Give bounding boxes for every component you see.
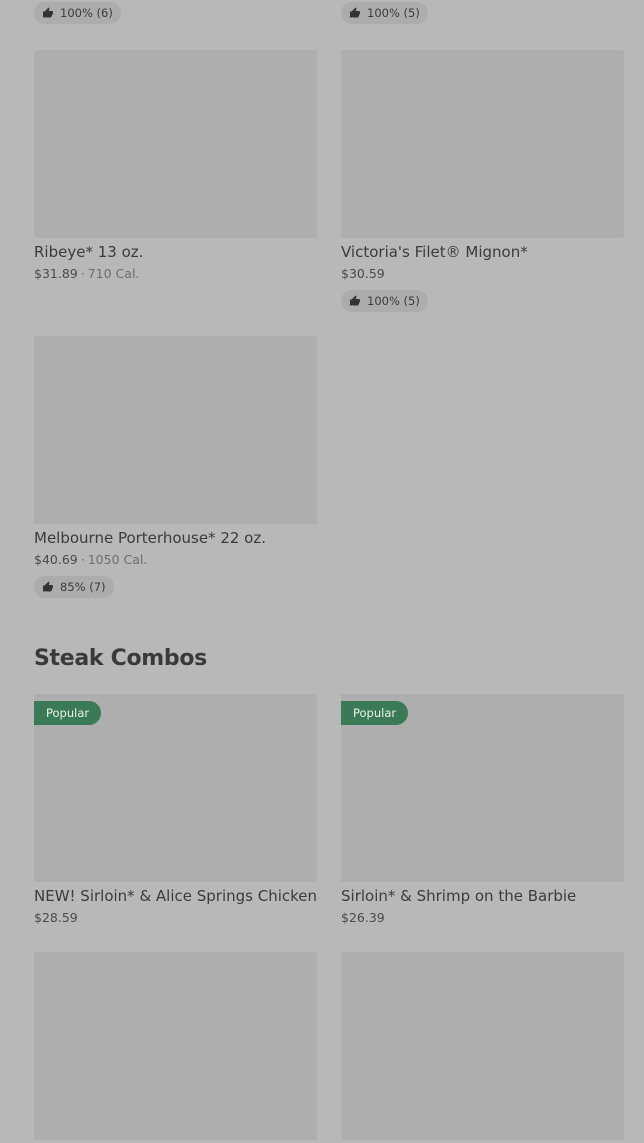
menu-item-image[interactable] xyxy=(34,336,317,524)
menu-item-calories: 710 Cal. xyxy=(87,266,140,281)
thumbs-up-icon xyxy=(350,7,360,18)
menu-item-image[interactable]: Popular xyxy=(341,694,624,882)
rating-row-prev-right: 100% (5) xyxy=(341,2,624,24)
menu-item-image[interactable]: Popular xyxy=(34,694,317,882)
menu-item-image[interactable] xyxy=(341,952,624,1140)
menu-item-title: NEW! Sirloin* & Alice Springs Chicken xyxy=(34,887,318,905)
rating-badge: 100% (6) xyxy=(34,2,121,24)
menu-item-meta: $30.59 xyxy=(341,266,624,281)
menu-item-title: Melbourne Porterhouse* 22 oz. xyxy=(34,529,266,547)
menu-item-image[interactable] xyxy=(341,50,624,238)
rating-row-prev-left: 100% (6) xyxy=(34,2,317,24)
menu-item-price: $28.59 xyxy=(34,910,78,925)
menu-item-meta: $28.59 xyxy=(34,910,317,925)
menu-item-card[interactable]: Melbourne Porterhouse* 22 oz. $40.69 · 105… xyxy=(34,336,317,598)
menu-item-card[interactable]: Popular Sirloin* & Shrimp on the Barbie … xyxy=(341,694,624,925)
menu-item-image[interactable] xyxy=(34,952,317,1140)
menu-item-card[interactable]: Ribeye* 13 oz. $31.89 · 710 Cal. xyxy=(34,50,317,281)
rating-text: 100% (5) xyxy=(367,6,420,20)
menu-item-meta: $40.69 · 1050 Cal. xyxy=(34,552,148,567)
rating-text: 100% (6) xyxy=(60,6,113,20)
menu-item-meta: $26.39 xyxy=(341,910,624,925)
menu-item-card[interactable] xyxy=(34,952,317,1140)
menu-item-card[interactable] xyxy=(341,952,624,1140)
rating-badge: 100% (5) xyxy=(341,290,428,312)
menu-item-title: Victoria's Filet® Mignon* xyxy=(341,243,528,261)
section-title: Steak Combos xyxy=(34,646,207,671)
rating-text: 85% (7) xyxy=(60,580,106,594)
popular-badge: Popular xyxy=(34,701,102,725)
thumbs-up-icon xyxy=(43,581,53,592)
thumbs-up-icon xyxy=(350,295,360,306)
rating-badge: 100% (5) xyxy=(341,2,428,24)
menu-item-price: $31.89 xyxy=(34,266,78,281)
menu-item-title: Sirloin* & Shrimp on the Barbie xyxy=(341,887,577,905)
menu-item-price: $30.59 xyxy=(341,266,385,281)
menu-item-title: Ribeye* 13 oz. xyxy=(34,243,144,261)
thumbs-up-icon xyxy=(43,7,53,18)
menu-item-card[interactable]: Popular NEW! Sirloin* & Alice Springs Ch… xyxy=(34,694,317,925)
popular-badge: Popular xyxy=(341,701,409,725)
rating-text: 100% (5) xyxy=(367,294,420,308)
menu-item-calories: 1050 Cal. xyxy=(87,552,148,567)
menu-item-price: $26.39 xyxy=(341,910,385,925)
menu-item-meta: $31.89 · 710 Cal. xyxy=(34,266,140,281)
rating-badge: 85% (7) xyxy=(34,576,114,598)
menu-item-price: $40.69 xyxy=(34,552,78,567)
menu-item-card[interactable]: Victoria's Filet® Mignon* $30.59 100% (5… xyxy=(341,50,624,312)
menu-item-image[interactable] xyxy=(34,50,317,238)
